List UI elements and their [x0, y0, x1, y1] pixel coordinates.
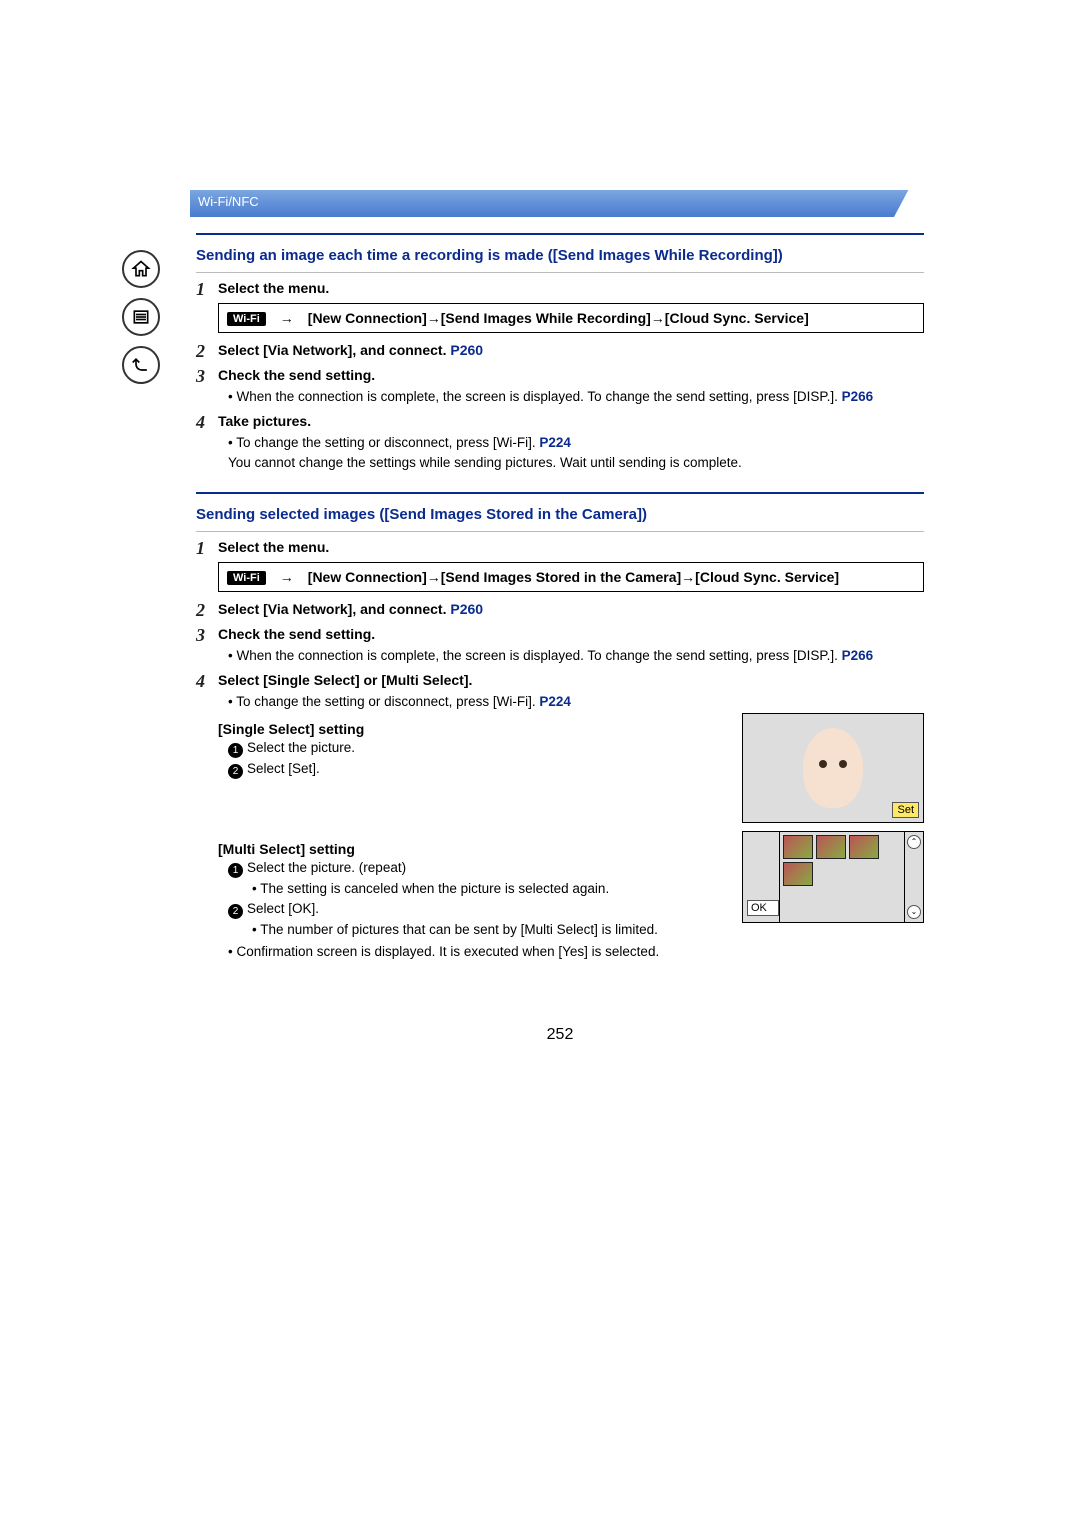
step-number: 1 — [196, 538, 218, 596]
multi-select-preview: OK ⌃ ⌄ — [742, 831, 924, 923]
step-note: You cannot change the settings while sen… — [228, 454, 924, 472]
menu-icon[interactable] — [122, 298, 160, 336]
menu-path-box: Wi-Fi → [New Connection]→[Send Images St… — [218, 562, 924, 592]
ok-button[interactable]: OK — [747, 900, 779, 916]
page-link[interactable]: P224 — [539, 694, 571, 709]
thumbnail[interactable] — [816, 835, 846, 859]
step-text: Take pictures. — [218, 412, 924, 432]
page-link[interactable]: P260 — [450, 601, 483, 617]
section-header: Wi-Fi/NFC — [190, 190, 930, 217]
step-number: 3 — [196, 366, 218, 408]
step-text: Check the send setting. — [218, 625, 924, 645]
scroll-down-icon[interactable]: ⌄ — [907, 905, 921, 919]
page-link[interactable]: P224 — [539, 435, 571, 450]
divider — [196, 233, 924, 235]
step-text: Check the send setting. — [218, 366, 924, 386]
home-icon[interactable] — [122, 250, 160, 288]
number-circle-icon: 1 — [228, 743, 243, 758]
step-number: 4 — [196, 412, 218, 474]
page-link[interactable]: P260 — [450, 342, 483, 358]
step-number: 2 — [196, 600, 218, 622]
page-link[interactable]: P266 — [842, 389, 874, 404]
number-circle-icon: 1 — [228, 863, 243, 878]
step-number: 1 — [196, 279, 218, 337]
step-number: 2 — [196, 341, 218, 363]
thumbnail[interactable] — [783, 862, 813, 886]
arrow-icon: → — [276, 569, 298, 585]
thumbnail[interactable] — [849, 835, 879, 859]
step-bullet: To change the setting or disconnect, pre… — [218, 693, 924, 711]
menu-path-box: Wi-Fi → [New Connection]→[Send Images Wh… — [218, 303, 924, 333]
number-circle-icon: 2 — [228, 904, 243, 919]
set-button[interactable]: Set — [892, 802, 919, 818]
page-number: 252 — [196, 1026, 924, 1044]
step-text: Select the menu. — [218, 538, 924, 558]
step-bullet: To change the setting or disconnect, pre… — [218, 434, 924, 452]
photo-placeholder — [803, 728, 863, 808]
step-text: Select [Via Network], and connect. P260 — [218, 600, 924, 620]
step-text: Select the menu. — [218, 279, 924, 299]
sub-bullet: The number of pictures that can be sent … — [252, 921, 924, 939]
single-select-preview: Set — [742, 713, 924, 823]
thumbnail[interactable] — [783, 835, 813, 859]
section-a-title: Sending an image each time a recording i… — [196, 243, 924, 273]
step-bullet: When the connection is complete, the scr… — [218, 388, 924, 406]
step-text: Select [Single Select] or [Multi Select]… — [218, 671, 924, 691]
divider — [196, 492, 924, 494]
step-text: Select [Via Network], and connect. P260 — [218, 341, 924, 361]
scroll-up-icon[interactable]: ⌃ — [907, 835, 921, 849]
section-header-label: Wi-Fi/NFC — [198, 194, 259, 209]
step-number: 4 — [196, 671, 218, 963]
wifi-badge: Wi-Fi — [227, 571, 266, 585]
menu-path: [New Connection]→[Send Images Stored in … — [308, 569, 915, 585]
section-b-title: Sending selected images ([Send Images St… — [196, 502, 924, 532]
confirm-note: Confirmation screen is displayed. It is … — [218, 943, 924, 961]
number-circle-icon: 2 — [228, 764, 243, 779]
page-link[interactable]: P266 — [842, 648, 874, 663]
step-bullet: When the connection is complete, the scr… — [218, 647, 924, 665]
arrow-icon: → — [276, 310, 298, 326]
wifi-badge: Wi-Fi — [227, 312, 266, 326]
back-icon[interactable] — [122, 346, 160, 384]
step-number: 3 — [196, 625, 218, 667]
menu-path: [New Connection]→[Send Images While Reco… — [308, 310, 915, 326]
